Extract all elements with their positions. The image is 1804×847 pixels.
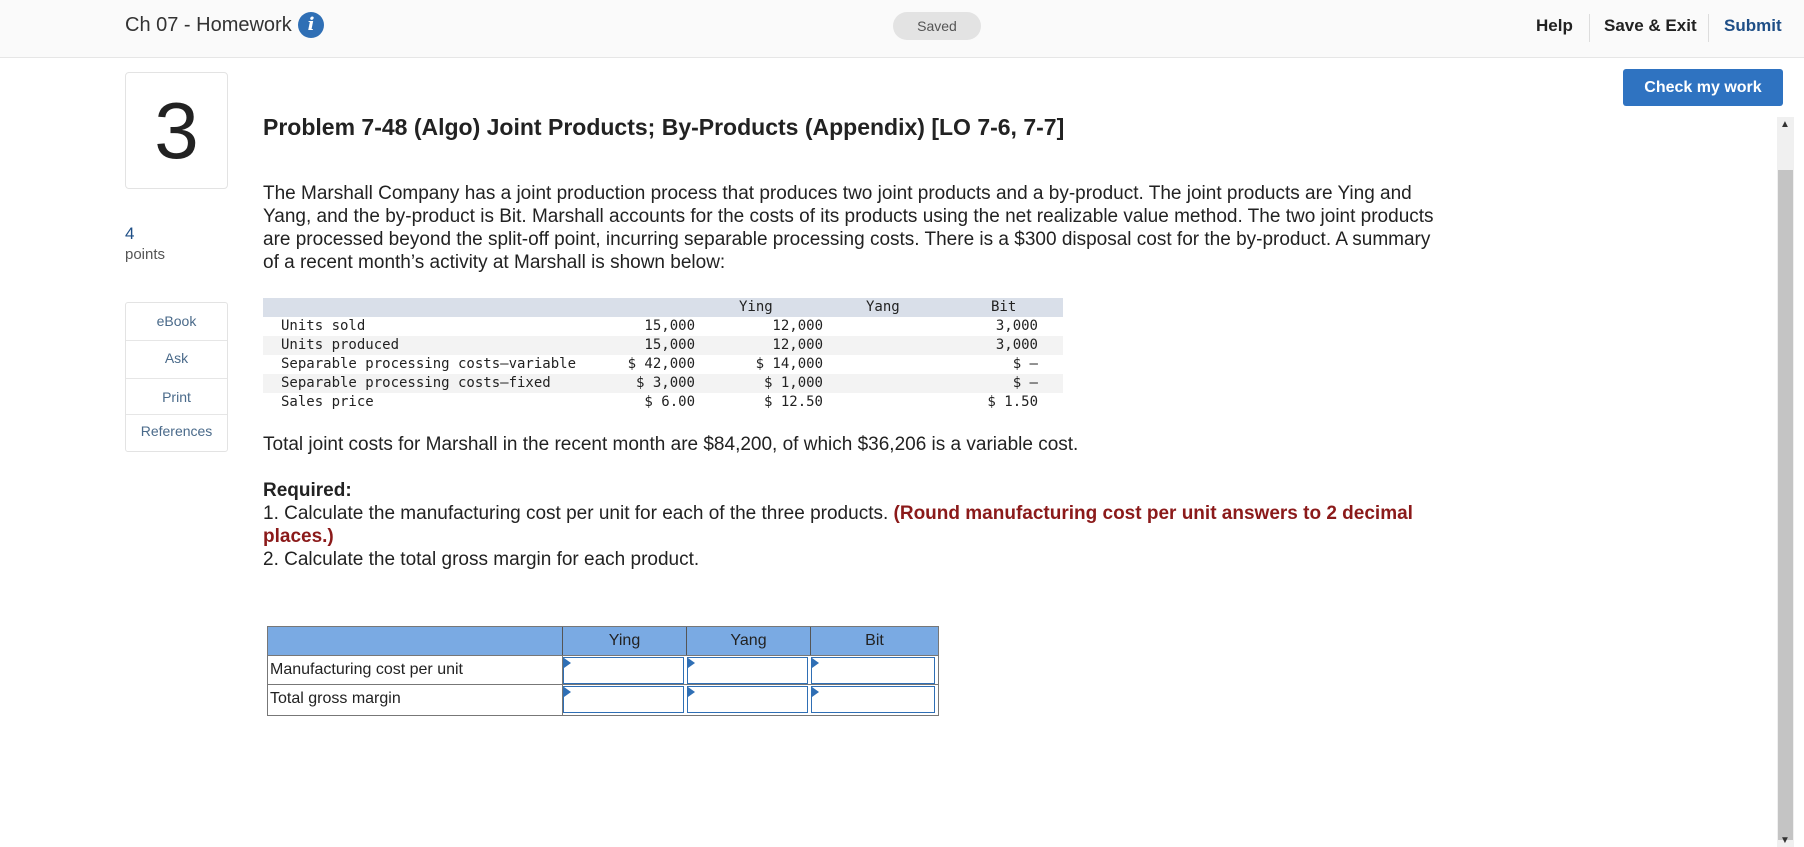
bit-manufacturing-cost-input[interactable] bbox=[811, 657, 935, 684]
saved-status-badge: Saved bbox=[893, 12, 981, 40]
cell-value: $ 6.00 bbox=[644, 394, 695, 410]
row-label: Sales price bbox=[281, 394, 374, 410]
info-icon[interactable]: i bbox=[298, 12, 324, 38]
question-number: 3 bbox=[125, 72, 228, 189]
table-row: Units produced 15,000 12,000 3,000 bbox=[263, 336, 1063, 355]
row-label: Separable processing costs—fixed bbox=[281, 375, 551, 391]
answer-grid: Ying Yang Bit Manufacturing cost per uni… bbox=[267, 626, 939, 716]
yang-gross-margin-input[interactable] bbox=[687, 686, 808, 713]
row-label: Units produced bbox=[281, 337, 400, 353]
cell-value: $ 14,000 bbox=[755, 356, 823, 372]
cell-value: 15,000 bbox=[644, 337, 695, 353]
table-row: Separable processing costs—variable $ 42… bbox=[263, 355, 1063, 374]
table-row: Separable processing costs—fixed $ 3,000… bbox=[263, 374, 1063, 393]
cell-value: 3,000 bbox=[995, 318, 1038, 334]
scroll-up-arrow-icon[interactable]: ▲ bbox=[1780, 120, 1790, 130]
print-link[interactable]: Print bbox=[126, 389, 227, 405]
cell-value: $ 1.50 bbox=[987, 394, 1038, 410]
help-link[interactable]: Help bbox=[1536, 16, 1573, 36]
nav-divider bbox=[1589, 14, 1590, 42]
cell-value: $ 42,000 bbox=[627, 356, 695, 372]
bit-gross-margin-input[interactable] bbox=[811, 686, 935, 713]
problem-title: Problem 7-48 (Algo) Joint Products; By-P… bbox=[263, 114, 1065, 140]
top-bar: Ch 07 - Homework i Saved Help Save & Exi… bbox=[0, 0, 1804, 58]
cell-value: $ 3,000 bbox=[635, 375, 695, 391]
required-section: Required: 1. Calculate the manufacturing… bbox=[263, 479, 1443, 571]
divider bbox=[126, 340, 227, 341]
required-heading: Required: bbox=[263, 480, 352, 501]
cell-value: 12,000 bbox=[772, 337, 823, 353]
cell-value: 15,000 bbox=[644, 318, 695, 334]
cell-value: $ 12.50 bbox=[763, 394, 823, 410]
scroll-down-arrow-icon[interactable]: ▼ bbox=[1780, 836, 1790, 846]
column-header-ying: Ying bbox=[562, 627, 686, 655]
requirement-2-text: 2. Calculate the total gross margin for … bbox=[263, 549, 700, 570]
row-label-total-gross-margin: Total gross margin bbox=[270, 690, 401, 707]
row-label: Separable processing costs—variable bbox=[281, 356, 577, 372]
column-header-bit: Bit bbox=[810, 627, 938, 655]
nav-divider bbox=[1708, 14, 1709, 42]
table-row: Sales price $ 6.00 $ 12.50 $ 1.50 bbox=[263, 393, 1063, 412]
data-table: Ying Yang Bit Units sold 15,000 12,000 3… bbox=[263, 298, 1063, 412]
divider bbox=[126, 378, 227, 379]
cell-value: $ – bbox=[1012, 375, 1038, 391]
cell-value: $ 1,000 bbox=[763, 375, 823, 391]
ying-manufacturing-cost-input[interactable] bbox=[563, 657, 684, 684]
table-row: Units sold 15,000 12,000 3,000 bbox=[263, 317, 1063, 336]
joint-costs-text: Total joint costs for Marshall in the re… bbox=[263, 434, 1079, 455]
save-exit-link[interactable]: Save & Exit bbox=[1604, 16, 1697, 36]
problem-intro: The Marshall Company has a joint product… bbox=[263, 183, 1434, 273]
column-header-yang: Yang bbox=[686, 627, 810, 655]
ask-link[interactable]: Ask bbox=[126, 350, 227, 366]
points-value: 4 bbox=[125, 224, 135, 243]
yang-manufacturing-cost-input[interactable] bbox=[687, 657, 808, 684]
row-label-manufacturing-cost: Manufacturing cost per unit bbox=[270, 661, 463, 678]
submit-link[interactable]: Submit bbox=[1724, 16, 1782, 36]
assignment-title: Ch 07 - Homework bbox=[125, 14, 292, 36]
cell-value: 12,000 bbox=[772, 318, 823, 334]
data-table-header: Ying Yang Bit bbox=[263, 298, 1063, 317]
points-label: points bbox=[125, 246, 166, 263]
cell-value: 3,000 bbox=[995, 337, 1038, 353]
scrollbar-thumb[interactable] bbox=[1778, 170, 1793, 840]
row-label: Units sold bbox=[281, 318, 366, 334]
question-tools-panel: eBook Ask Print References bbox=[125, 302, 228, 452]
cell-value: $ – bbox=[1012, 356, 1038, 372]
divider bbox=[126, 414, 227, 415]
check-my-work-button[interactable]: Check my work bbox=[1623, 69, 1783, 106]
column-header: Yang bbox=[866, 299, 900, 315]
column-header: Ying bbox=[739, 299, 773, 315]
requirement-1-text: 1. Calculate the manufacturing cost per … bbox=[263, 503, 894, 524]
ebook-link[interactable]: eBook bbox=[126, 313, 227, 329]
ying-gross-margin-input[interactable] bbox=[563, 686, 684, 713]
column-header: Bit bbox=[991, 299, 1017, 315]
references-link[interactable]: References bbox=[126, 423, 227, 439]
